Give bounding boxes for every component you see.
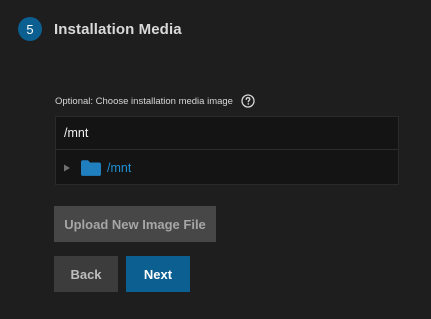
tree-node-label[interactable]: /mnt	[107, 161, 131, 175]
installation-media-label-row: Optional: Choose installation media imag…	[55, 94, 255, 108]
upload-image-button[interactable]: Upload New Image File	[54, 206, 216, 242]
path-input[interactable]	[56, 117, 398, 150]
file-explorer: /mnt	[55, 116, 399, 185]
help-circle-icon[interactable]	[241, 94, 255, 108]
expand-arrow-icon[interactable]	[63, 164, 71, 172]
installation-media-label: Optional: Choose installation media imag…	[55, 95, 233, 107]
folder-icon	[81, 160, 101, 176]
step-number-badge: 5	[18, 17, 42, 41]
step-title[interactable]: Installation Media	[54, 21, 182, 38]
tree-node-mnt[interactable]: /mnt	[56, 151, 398, 185]
step-header: 5 Installation Media	[18, 16, 182, 42]
wizard-step-page: 5 Installation Media Optional: Choose in…	[0, 0, 431, 319]
next-button[interactable]: Next	[126, 256, 190, 292]
back-button[interactable]: Back	[54, 256, 118, 292]
